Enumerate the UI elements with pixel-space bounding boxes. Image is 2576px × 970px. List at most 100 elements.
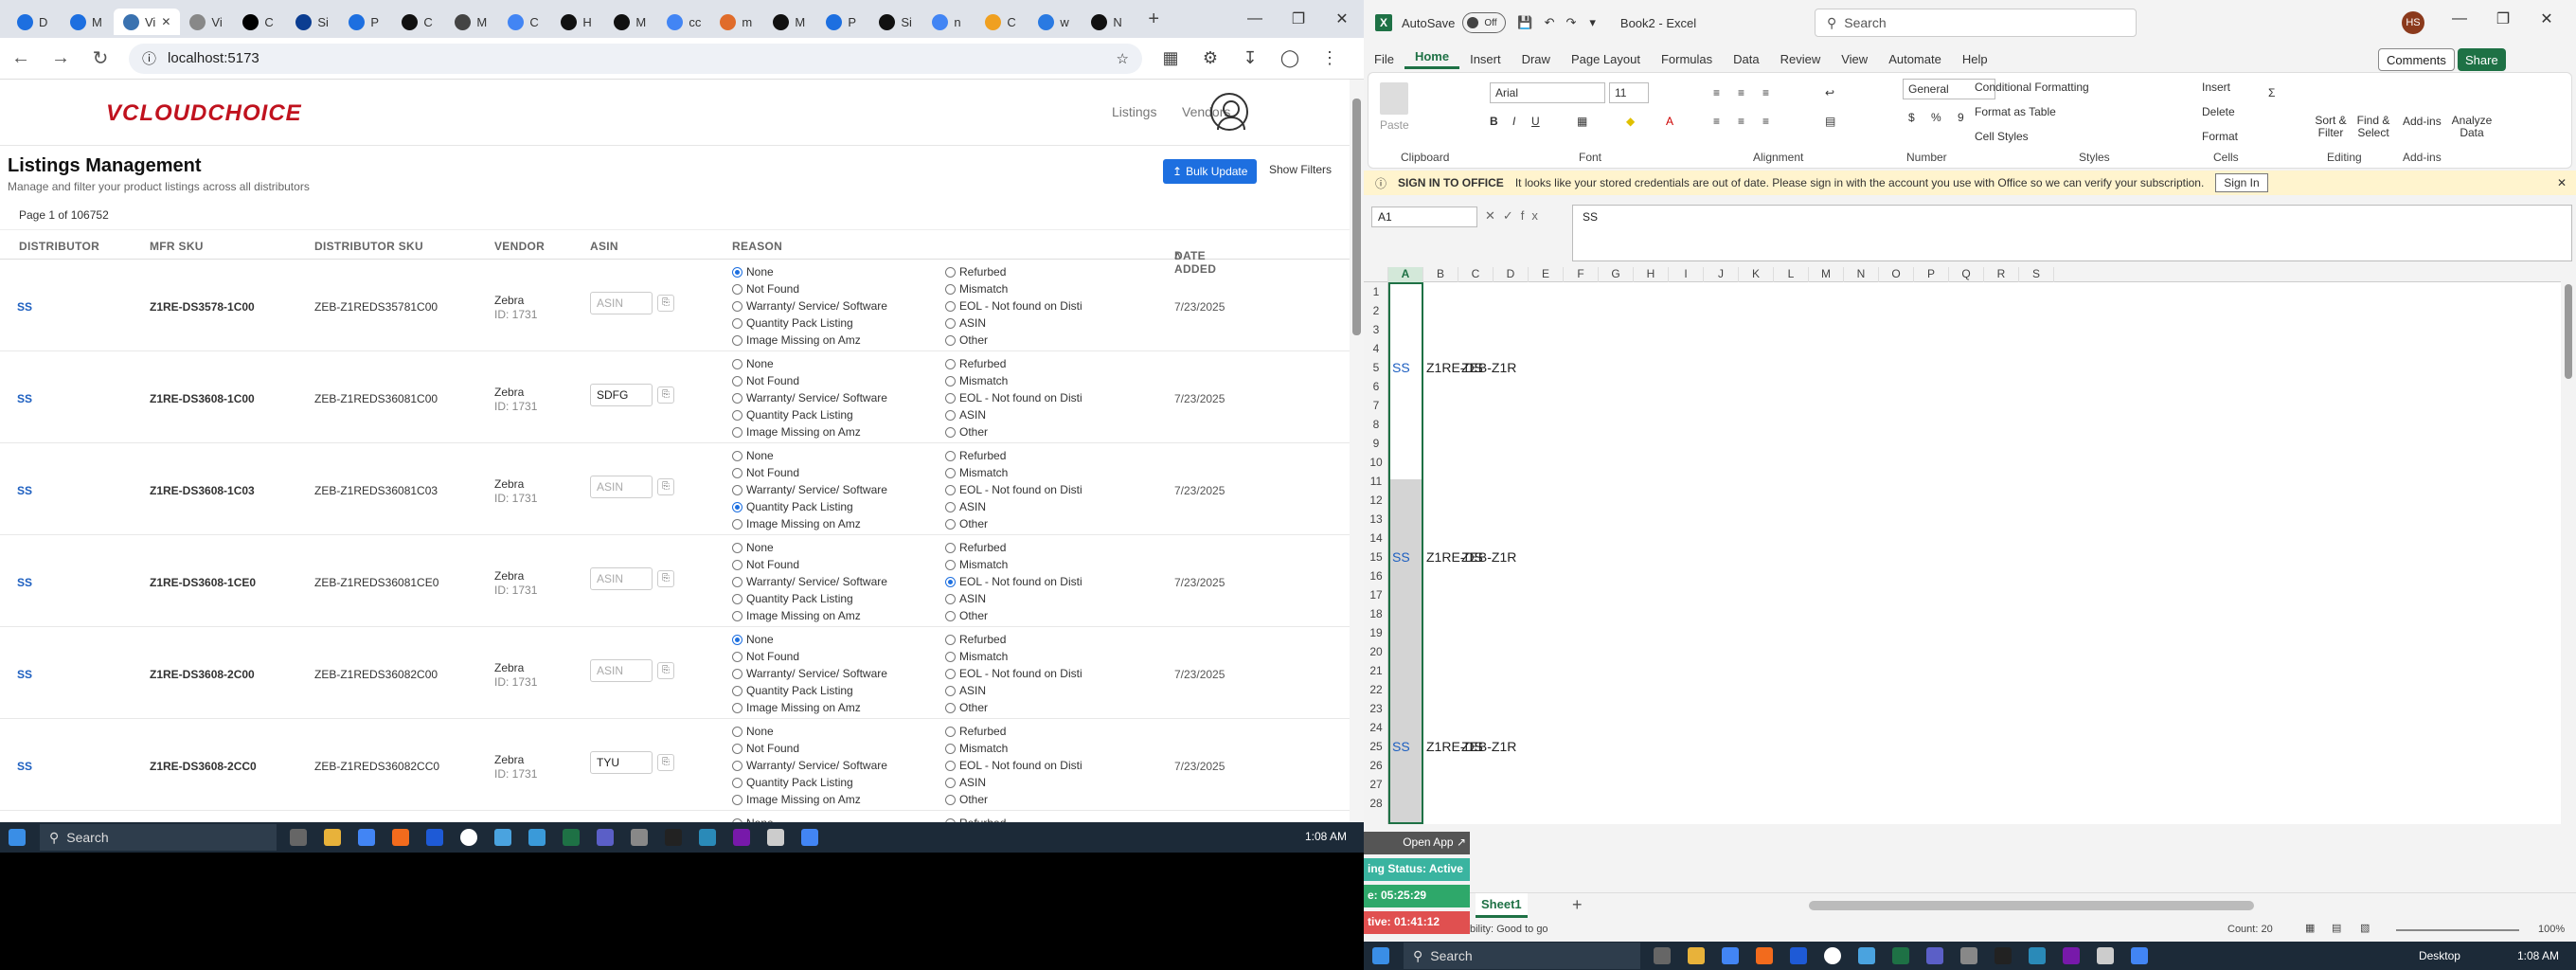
reason-option[interactable]: EOL - Not found on Disti — [945, 665, 1082, 682]
browser-tab[interactable]: H — [551, 9, 604, 35]
radio-button[interactable] — [945, 300, 956, 312]
browser-tab[interactable]: D — [8, 9, 61, 35]
th-distributor-sku[interactable]: DISTRIBUTOR SKU — [314, 240, 423, 253]
column-header[interactable]: S — [2019, 267, 2054, 282]
radio-button[interactable] — [945, 375, 956, 386]
wrap-text-icon[interactable]: ↩ — [1825, 86, 1834, 99]
row-header[interactable]: 21 — [1364, 661, 1388, 680]
ribbon-tab-insert[interactable]: Insert — [1459, 52, 1512, 66]
reason-option[interactable]: Mismatch — [945, 372, 1082, 389]
fx-icon[interactable]: ✕✓fx — [1485, 208, 1546, 224]
column-header[interactable]: E — [1529, 267, 1564, 282]
reason-option[interactable]: Other — [945, 791, 1082, 808]
url-field[interactable]: ⓘ localhost:5173 ☆ — [129, 43, 1142, 74]
radio-button[interactable] — [732, 610, 742, 621]
column-header[interactable]: O — [1879, 267, 1914, 282]
taskbar-clock[interactable]: 1:08 AM — [1305, 830, 1347, 843]
row-header[interactable]: 22 — [1364, 680, 1388, 699]
ribbon-tab-automate[interactable]: Automate — [1878, 52, 1952, 66]
save-asin-icon[interactable]: ⎘ — [657, 570, 674, 587]
radio-button[interactable] — [945, 409, 956, 421]
site-info-icon[interactable]: ⓘ — [142, 48, 156, 68]
share-button[interactable]: Share — [2458, 48, 2506, 71]
sign-in-button[interactable]: Sign In — [2215, 173, 2268, 192]
spreadsheet-grid[interactable]: ABCDEFGHIJKLMNOPQRS 1 2 3 4 5 6 7 8 9 10 11 12 13 14 1… — [1364, 267, 2576, 824]
align-right-icon[interactable]: ≡ — [1762, 115, 1769, 128]
row-header[interactable]: 19 — [1364, 623, 1388, 642]
browser-tab[interactable]: C — [392, 9, 445, 35]
reason-option[interactable]: Warranty/ Service/ Software — [732, 757, 887, 774]
nav-listings[interactable]: Listings — [1112, 104, 1156, 119]
radio-button[interactable] — [732, 726, 742, 737]
reason-option[interactable]: ASIN — [945, 406, 1082, 423]
reason-option[interactable]: Refurbed — [945, 263, 1082, 280]
ribbon-tab-file[interactable]: File — [1364, 52, 1404, 66]
reason-option[interactable]: ASIN — [945, 498, 1082, 515]
reason-option[interactable]: Warranty/ Service/ Software — [732, 665, 887, 682]
app-icon[interactable] — [494, 829, 511, 846]
browser-tab[interactable]: C — [233, 9, 286, 35]
reason-option[interactable]: Refurbed — [945, 447, 1082, 464]
app-icon[interactable] — [1858, 947, 1875, 964]
reason-option[interactable]: Quantity Pack Listing — [732, 314, 887, 332]
reason-option[interactable]: Mismatch — [945, 648, 1082, 665]
column-header[interactable]: A — [1388, 267, 1423, 282]
radio-button[interactable] — [945, 634, 956, 645]
cell-c[interactable]: ZEB-Z1R — [1461, 360, 1516, 375]
reason-option[interactable]: Image Missing on Amz — [732, 515, 887, 532]
radio-button[interactable] — [732, 794, 742, 805]
asin-input[interactable] — [590, 384, 653, 406]
radio-button[interactable] — [732, 375, 742, 386]
bulk-update-button[interactable]: ↥ Bulk Update — [1163, 159, 1258, 184]
browser-tab[interactable]: M — [604, 9, 657, 35]
app-icon[interactable] — [1995, 947, 2012, 964]
radio-button[interactable] — [945, 334, 956, 346]
save-asin-icon[interactable]: ⎘ — [657, 662, 674, 679]
reason-option[interactable]: Image Missing on Amz — [732, 699, 887, 716]
column-header[interactable]: B — [1423, 267, 1458, 282]
onenote-icon[interactable] — [733, 829, 750, 846]
ribbon-tab-review[interactable]: Review — [1770, 52, 1832, 66]
reason-option[interactable]: Not Found — [732, 372, 887, 389]
align-top-icon[interactable]: ≡ — [1713, 86, 1720, 99]
close-tab-icon[interactable]: ✕ — [161, 15, 170, 28]
paste-icon[interactable] — [1380, 82, 1408, 115]
browser-tab[interactable]: Si — [286, 9, 339, 35]
row-header[interactable]: 3 — [1364, 320, 1388, 339]
radio-button[interactable] — [945, 777, 956, 788]
percent-icon[interactable]: % — [1931, 111, 1941, 124]
radio-button[interactable] — [945, 501, 956, 512]
column-header[interactable]: M — [1809, 267, 1844, 282]
bookmark-star-icon[interactable]: ☆ — [1117, 50, 1129, 67]
row-header[interactable]: 24 — [1364, 718, 1388, 737]
minimize-icon[interactable]: — — [1233, 0, 1277, 38]
reason-option[interactable]: Refurbed — [945, 539, 1082, 556]
font-size-select[interactable]: 11 — [1609, 82, 1649, 103]
radio-button[interactable] — [945, 593, 956, 604]
radio-button[interactable] — [945, 685, 956, 696]
align-bottom-icon[interactable]: ≡ — [1762, 86, 1769, 99]
app-icon[interactable] — [2097, 947, 2114, 964]
horizontal-scrollbar[interactable] — [1809, 901, 2254, 910]
open-app-button[interactable]: Open App ↗ — [1364, 832, 1470, 854]
reason-option[interactable]: None — [732, 447, 887, 464]
th-reason[interactable]: REASON — [732, 240, 782, 253]
app-icon[interactable] — [699, 829, 716, 846]
column-header[interactable]: R — [1984, 267, 2019, 282]
ribbon-tab-formulas[interactable]: Formulas — [1651, 52, 1723, 66]
radio-button[interactable] — [945, 668, 956, 679]
radio-button[interactable] — [945, 760, 956, 771]
chrome-icon[interactable] — [801, 829, 818, 846]
browser-tab[interactable]: N — [1082, 9, 1135, 35]
asin-input[interactable] — [590, 751, 653, 774]
row-header[interactable]: 25 — [1364, 737, 1388, 756]
reason-option[interactable]: EOL - Not found on Disti — [945, 389, 1082, 406]
app-icon[interactable] — [426, 829, 443, 846]
radio-button[interactable] — [945, 702, 956, 713]
cell-a[interactable]: SS — [1392, 739, 1410, 754]
save-icon[interactable]: 💾 — [1517, 15, 1532, 30]
column-header[interactable]: P — [1914, 267, 1949, 282]
asin-input[interactable] — [590, 292, 653, 314]
radio-button[interactable] — [732, 467, 742, 478]
profile-icon[interactable]: ◯ — [1279, 48, 1301, 68]
